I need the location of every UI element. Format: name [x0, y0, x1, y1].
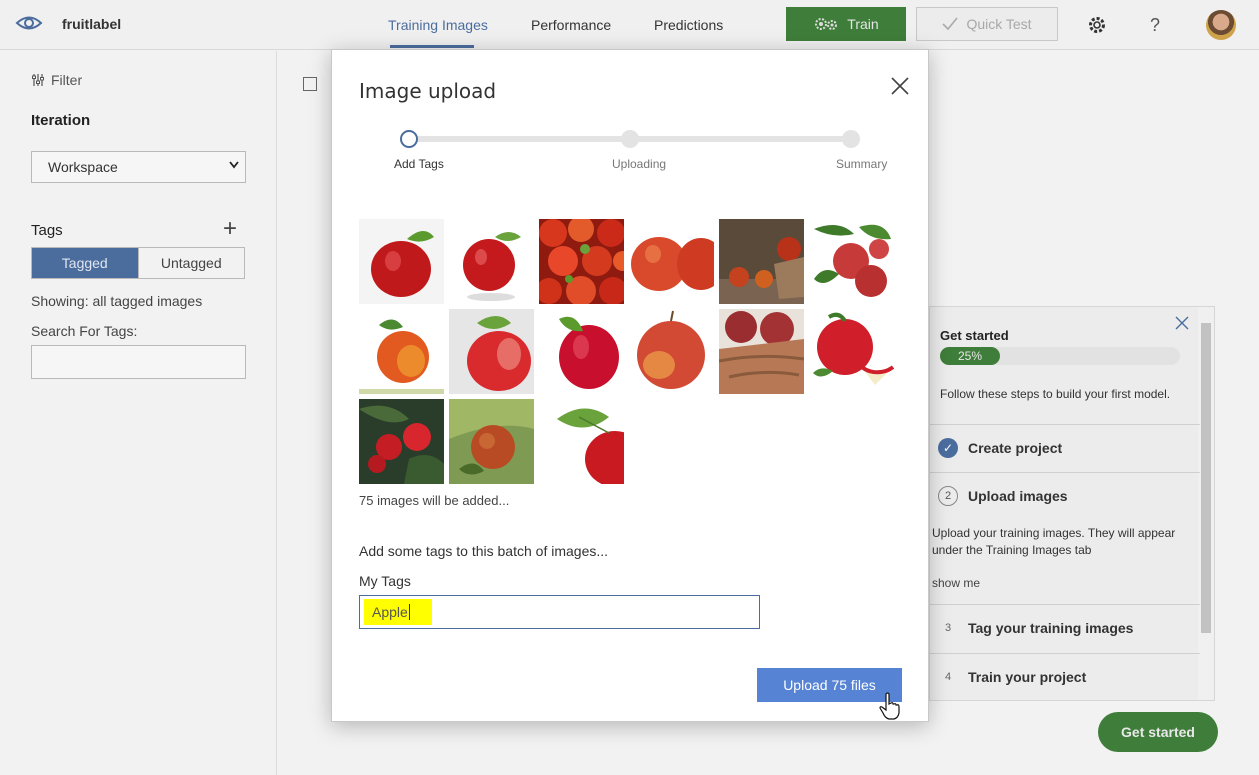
- add-tag-plus-icon[interactable]: +: [223, 217, 237, 241]
- top-nav-bar: fruitlabel Training Images Performance P…: [0, 0, 1259, 50]
- apples-on-branch-thumbnail: [809, 219, 894, 304]
- text-caret: [408, 604, 410, 620]
- divider: [930, 472, 1200, 473]
- untagged-toggle-button[interactable]: Untagged: [137, 248, 244, 278]
- progress-fill: 25%: [940, 347, 1000, 365]
- apples-thumbnail: [629, 219, 714, 304]
- active-tab-indicator: [390, 45, 474, 48]
- showing-status: Showing: all tagged images: [31, 293, 203, 309]
- get-started-button[interactable]: Get started: [1098, 712, 1218, 752]
- iteration-value: Workspace: [48, 159, 118, 175]
- get-started-title: Get started: [940, 328, 1009, 343]
- apples-on-wood-thumbnail: [719, 219, 804, 304]
- upload-step-body-line: under the Training Images tab: [932, 543, 1092, 557]
- apple-slice-thumbnail: [809, 309, 894, 394]
- apples-and-fruit-leather-thumbnail: [719, 309, 804, 394]
- help-icon[interactable]: ?: [1144, 14, 1166, 36]
- wizard-step-dot-summary: [842, 130, 860, 148]
- quick-test-button[interactable]: Quick Test: [916, 7, 1058, 41]
- step-label: Create project: [968, 440, 1063, 456]
- tags-prompt: Add some tags to this batch of images...: [359, 543, 609, 559]
- step-tag-images[interactable]: 3 Tag your training images: [938, 618, 1134, 638]
- apple-thumbnail: [449, 219, 534, 304]
- wizard-step-dot-add-tags: [400, 130, 418, 148]
- step-number: 4: [944, 671, 952, 683]
- get-started-panel: Get started 25% Follow these steps to bu…: [929, 306, 1215, 701]
- wizard-step-label: Add Tags: [394, 157, 444, 171]
- tag-text: Apple: [372, 604, 408, 620]
- image-upload-dialog: Image upload Add Tags Uploading Summary: [331, 49, 929, 722]
- upload-step-body-line: Upload your training images. They will a…: [932, 526, 1176, 540]
- tag-input-value[interactable]: Apple: [364, 599, 432, 625]
- step-create-project[interactable]: ✓ Create project: [938, 438, 1062, 458]
- divider: [930, 604, 1200, 605]
- apple-thumbnail: [359, 309, 444, 394]
- iteration-heading: Iteration: [31, 112, 91, 129]
- iteration-select[interactable]: Workspace: [31, 151, 246, 183]
- scrollbar-thumb[interactable]: [1201, 323, 1211, 633]
- panel-scrollbar[interactable]: [1198, 307, 1214, 700]
- wizard-step-dot-uploading: [621, 130, 639, 148]
- divider: [930, 653, 1200, 654]
- hand-pointer-cursor-icon: [879, 692, 900, 720]
- tab-training-images[interactable]: Training Images: [388, 17, 488, 33]
- left-sidebar: Filter Iteration Workspace Tags + Tagged…: [0, 51, 277, 775]
- step-train-project[interactable]: 4 Train your project: [938, 667, 1086, 687]
- upload-step-body: Upload your training images. They will a…: [932, 525, 1182, 559]
- chevron-down-icon: [229, 161, 239, 169]
- my-tags-input[interactable]: Apple: [359, 595, 760, 629]
- wizard-step-label: Uploading: [612, 157, 667, 171]
- step-label: Tag your training images: [968, 620, 1134, 636]
- show-me-link[interactable]: show me: [932, 576, 980, 590]
- step-number: 3: [944, 622, 952, 634]
- apple-thumbnail: [539, 399, 624, 484]
- tab-predictions[interactable]: Predictions: [654, 17, 723, 33]
- apple-on-tree-thumbnail: [449, 399, 534, 484]
- step-number: 2: [938, 486, 958, 506]
- tagged-untagged-toggle: Tagged Untagged: [31, 247, 245, 279]
- apple-thumbnail: [539, 309, 624, 394]
- train-button[interactable]: Train: [786, 7, 906, 41]
- train-label: Train: [847, 16, 879, 32]
- apple-thumbnail: [449, 309, 534, 394]
- search-tags-input[interactable]: [31, 345, 246, 379]
- my-tags-label: My Tags: [359, 573, 411, 589]
- filter-sliders-icon: [32, 74, 44, 86]
- tagged-toggle-button[interactable]: Tagged: [32, 248, 138, 278]
- apple-thumbnail: [359, 219, 444, 304]
- apples-pile-thumbnail: [539, 219, 624, 304]
- tab-performance[interactable]: Performance: [531, 17, 611, 33]
- filter-label: Filter: [51, 72, 83, 88]
- apple-thumbnail: [629, 309, 714, 394]
- search-tags-label: Search For Tags:: [31, 323, 138, 339]
- wizard-step-label: Summary: [836, 157, 888, 171]
- project-name[interactable]: fruitlabel: [62, 16, 121, 32]
- add-images-icon[interactable]: [303, 77, 317, 91]
- step-label: Train your project: [968, 669, 1087, 685]
- dialog-title: Image upload: [359, 79, 497, 103]
- get-started-description: Follow these steps to build your first m…: [940, 387, 1171, 401]
- user-avatar[interactable]: [1206, 10, 1236, 40]
- eye-logo-icon[interactable]: [15, 12, 43, 34]
- quick-test-label: Quick Test: [966, 16, 1032, 32]
- tags-heading: Tags: [31, 222, 63, 239]
- apples-on-tree-thumbnail: [359, 399, 444, 484]
- divider: [930, 424, 1200, 425]
- step-label: Upload images: [968, 488, 1068, 504]
- checkmark-icon: [942, 17, 959, 31]
- checkmark-circle-icon: ✓: [938, 438, 958, 458]
- close-icon[interactable]: [888, 74, 912, 98]
- settings-gear-icon[interactable]: [1086, 14, 1108, 36]
- images-count-text: 75 images will be added...: [359, 493, 510, 508]
- close-panel-icon[interactable]: [1175, 316, 1189, 330]
- gears-icon: [815, 18, 838, 30]
- step-upload-images[interactable]: 2 Upload images: [938, 486, 1068, 506]
- filter-button[interactable]: Filter: [31, 72, 82, 88]
- progress-bar: 25%: [940, 347, 1180, 365]
